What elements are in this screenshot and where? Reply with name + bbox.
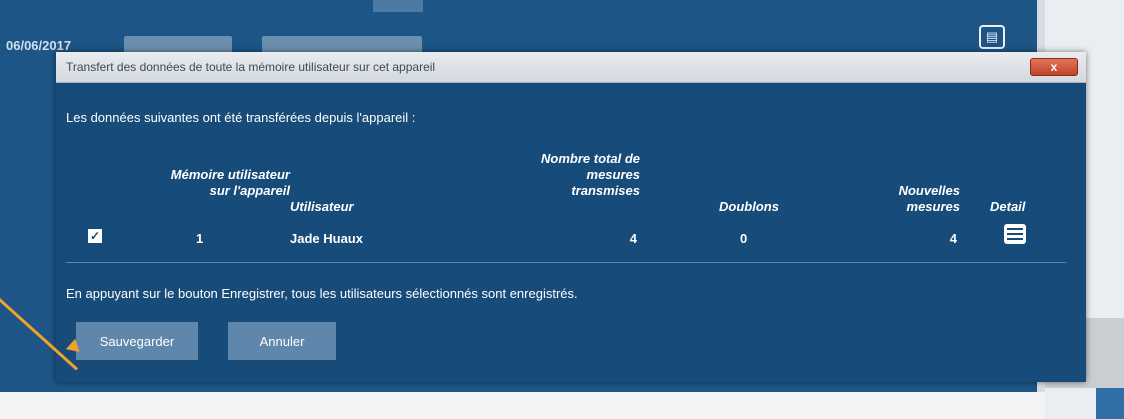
column-header-new: Nouvelles mesures — [898, 183, 960, 214]
checkmark-icon: ✓ — [89, 229, 101, 243]
background-tab — [373, 0, 423, 12]
background-date: 06/06/2017 — [6, 38, 72, 53]
cell-new: 4 — [949, 231, 957, 246]
column-header-memory: Mémoire utilisateur sur l'appareil — [170, 167, 290, 198]
cell-user: Jade Huaux — [290, 231, 363, 246]
dialog-title: Transfert des données de toute la mémoir… — [66, 60, 436, 74]
row-checkbox[interactable]: ✓ — [88, 229, 102, 243]
cell-total: 4 — [629, 231, 637, 246]
column-header-duplicates: Doublons — [719, 199, 779, 214]
save-notice: En appuyant sur le bouton Enregistrer, t… — [66, 286, 578, 301]
column-header-detail: Detail — [990, 199, 1026, 214]
save-button[interactable]: Sauvegarder — [76, 322, 198, 360]
dialog-titlebar: Transfert des données de toute la mémoir… — [56, 52, 1086, 83]
cancel-button[interactable]: Annuler — [228, 322, 336, 360]
column-header-total: Nombre total de mesures transmises — [541, 151, 640, 198]
table-separator — [66, 262, 1066, 263]
cell-duplicates: 0 — [740, 231, 748, 246]
close-button[interactable]: x — [1030, 58, 1078, 76]
intro-text: Les données suivantes ont été transférée… — [66, 110, 416, 125]
transfer-dialog: Transfert des données de toute la mémoir… — [56, 52, 1086, 382]
print-icon[interactable]: ▤ — [979, 25, 1005, 49]
cell-memory: 1 — [196, 231, 204, 246]
app-right-accent — [1096, 388, 1124, 419]
app-bottom-area — [0, 392, 1045, 419]
column-header-user: Utilisateur — [290, 199, 354, 214]
list-detail-icon[interactable] — [1004, 224, 1026, 244]
close-icon: x — [1050, 60, 1058, 74]
